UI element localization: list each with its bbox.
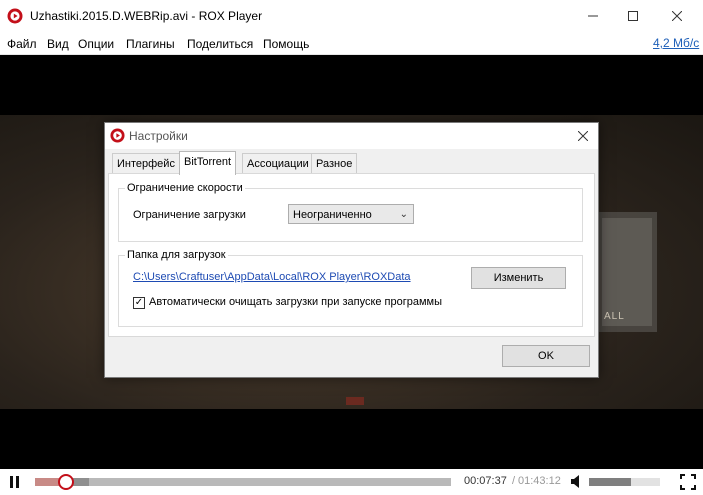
seek-thumb[interactable]: [57, 474, 74, 490]
playback-controls: 00:07:37 / 01:43:12: [0, 469, 703, 495]
maximize-icon: [628, 11, 638, 21]
speed-limit-group-title: Ограничение скорости: [125, 182, 245, 194]
pause-icon[interactable]: [9, 476, 20, 488]
download-folder-group: [118, 255, 583, 327]
menu-options[interactable]: Опции: [78, 37, 114, 51]
window-title: Uzhastiki.2015.D.WEBRip.avi - ROX Player: [30, 9, 263, 23]
autoclean-checkbox[interactable]: ✓: [133, 297, 145, 309]
menu-help[interactable]: Помощь: [263, 37, 309, 51]
time-separator: /: [512, 475, 516, 487]
download-path-link[interactable]: C:\Users\Craftuser\AppData\Local\ROX Pla…: [133, 271, 411, 283]
close-button[interactable]: [655, 0, 699, 32]
dialog-title: Настройки: [129, 129, 188, 143]
minimize-icon: [588, 15, 598, 17]
menu-view[interactable]: Вид: [47, 37, 69, 51]
autoclean-label[interactable]: Автоматически очищать загрузки при запус…: [149, 296, 442, 308]
menu-file[interactable]: Файл: [7, 37, 37, 51]
tab-associations[interactable]: Ассоциации: [242, 153, 314, 174]
minimize-button[interactable]: [571, 0, 615, 32]
close-icon: [672, 11, 682, 21]
title-bar: Uzhastiki.2015.D.WEBRip.avi - ROX Player: [0, 0, 703, 32]
seek-bar[interactable]: [35, 474, 451, 490]
menu-plugins[interactable]: Плагины: [126, 37, 175, 51]
change-folder-button[interactable]: Изменить: [471, 267, 566, 289]
tab-bittorrent[interactable]: BitTorrent: [179, 151, 237, 175]
tab-misc[interactable]: Разное: [311, 153, 358, 174]
menu-share[interactable]: Поделиться: [187, 37, 253, 51]
download-limit-label: Ограничение загрузки: [133, 209, 246, 221]
chevron-down-icon: ⌄: [399, 209, 408, 220]
dialog-close-button[interactable]: [573, 126, 593, 146]
rox-player-logo-icon: [110, 128, 125, 143]
volume-slider[interactable]: [589, 478, 660, 486]
volume-fill: [589, 478, 631, 486]
tab-interface[interactable]: Интерфейс: [112, 153, 180, 174]
rox-player-logo-icon: [7, 8, 23, 24]
maximize-button[interactable]: [611, 0, 655, 32]
dialog-title-bar: Настройки: [105, 123, 598, 149]
scene-object: [346, 397, 364, 405]
download-folder-group-title: Папка для загрузок: [125, 249, 228, 261]
poster-text: ALL: [604, 311, 625, 322]
current-time: 00:07:37: [464, 475, 507, 487]
checkmark-icon: ✓: [134, 297, 144, 308]
download-limit-value: Неограниченно: [293, 209, 372, 221]
download-limit-select[interactable]: Неограниченно ⌄: [288, 204, 414, 224]
total-time: 01:43:12: [518, 475, 561, 487]
volume-icon[interactable]: [571, 475, 583, 488]
ok-button[interactable]: OK: [502, 345, 590, 367]
fullscreen-icon[interactable]: [680, 474, 696, 490]
poster-inner: [602, 218, 652, 326]
settings-dialog: Настройки Интерфейс BitTorrent Ассоциаци…: [104, 122, 599, 378]
download-speed-link[interactable]: 4,2 Мб/с: [653, 36, 699, 50]
menu-bar: Файл Вид Опции Плагины Поделиться Помощь…: [0, 32, 703, 55]
close-icon: [578, 131, 588, 141]
